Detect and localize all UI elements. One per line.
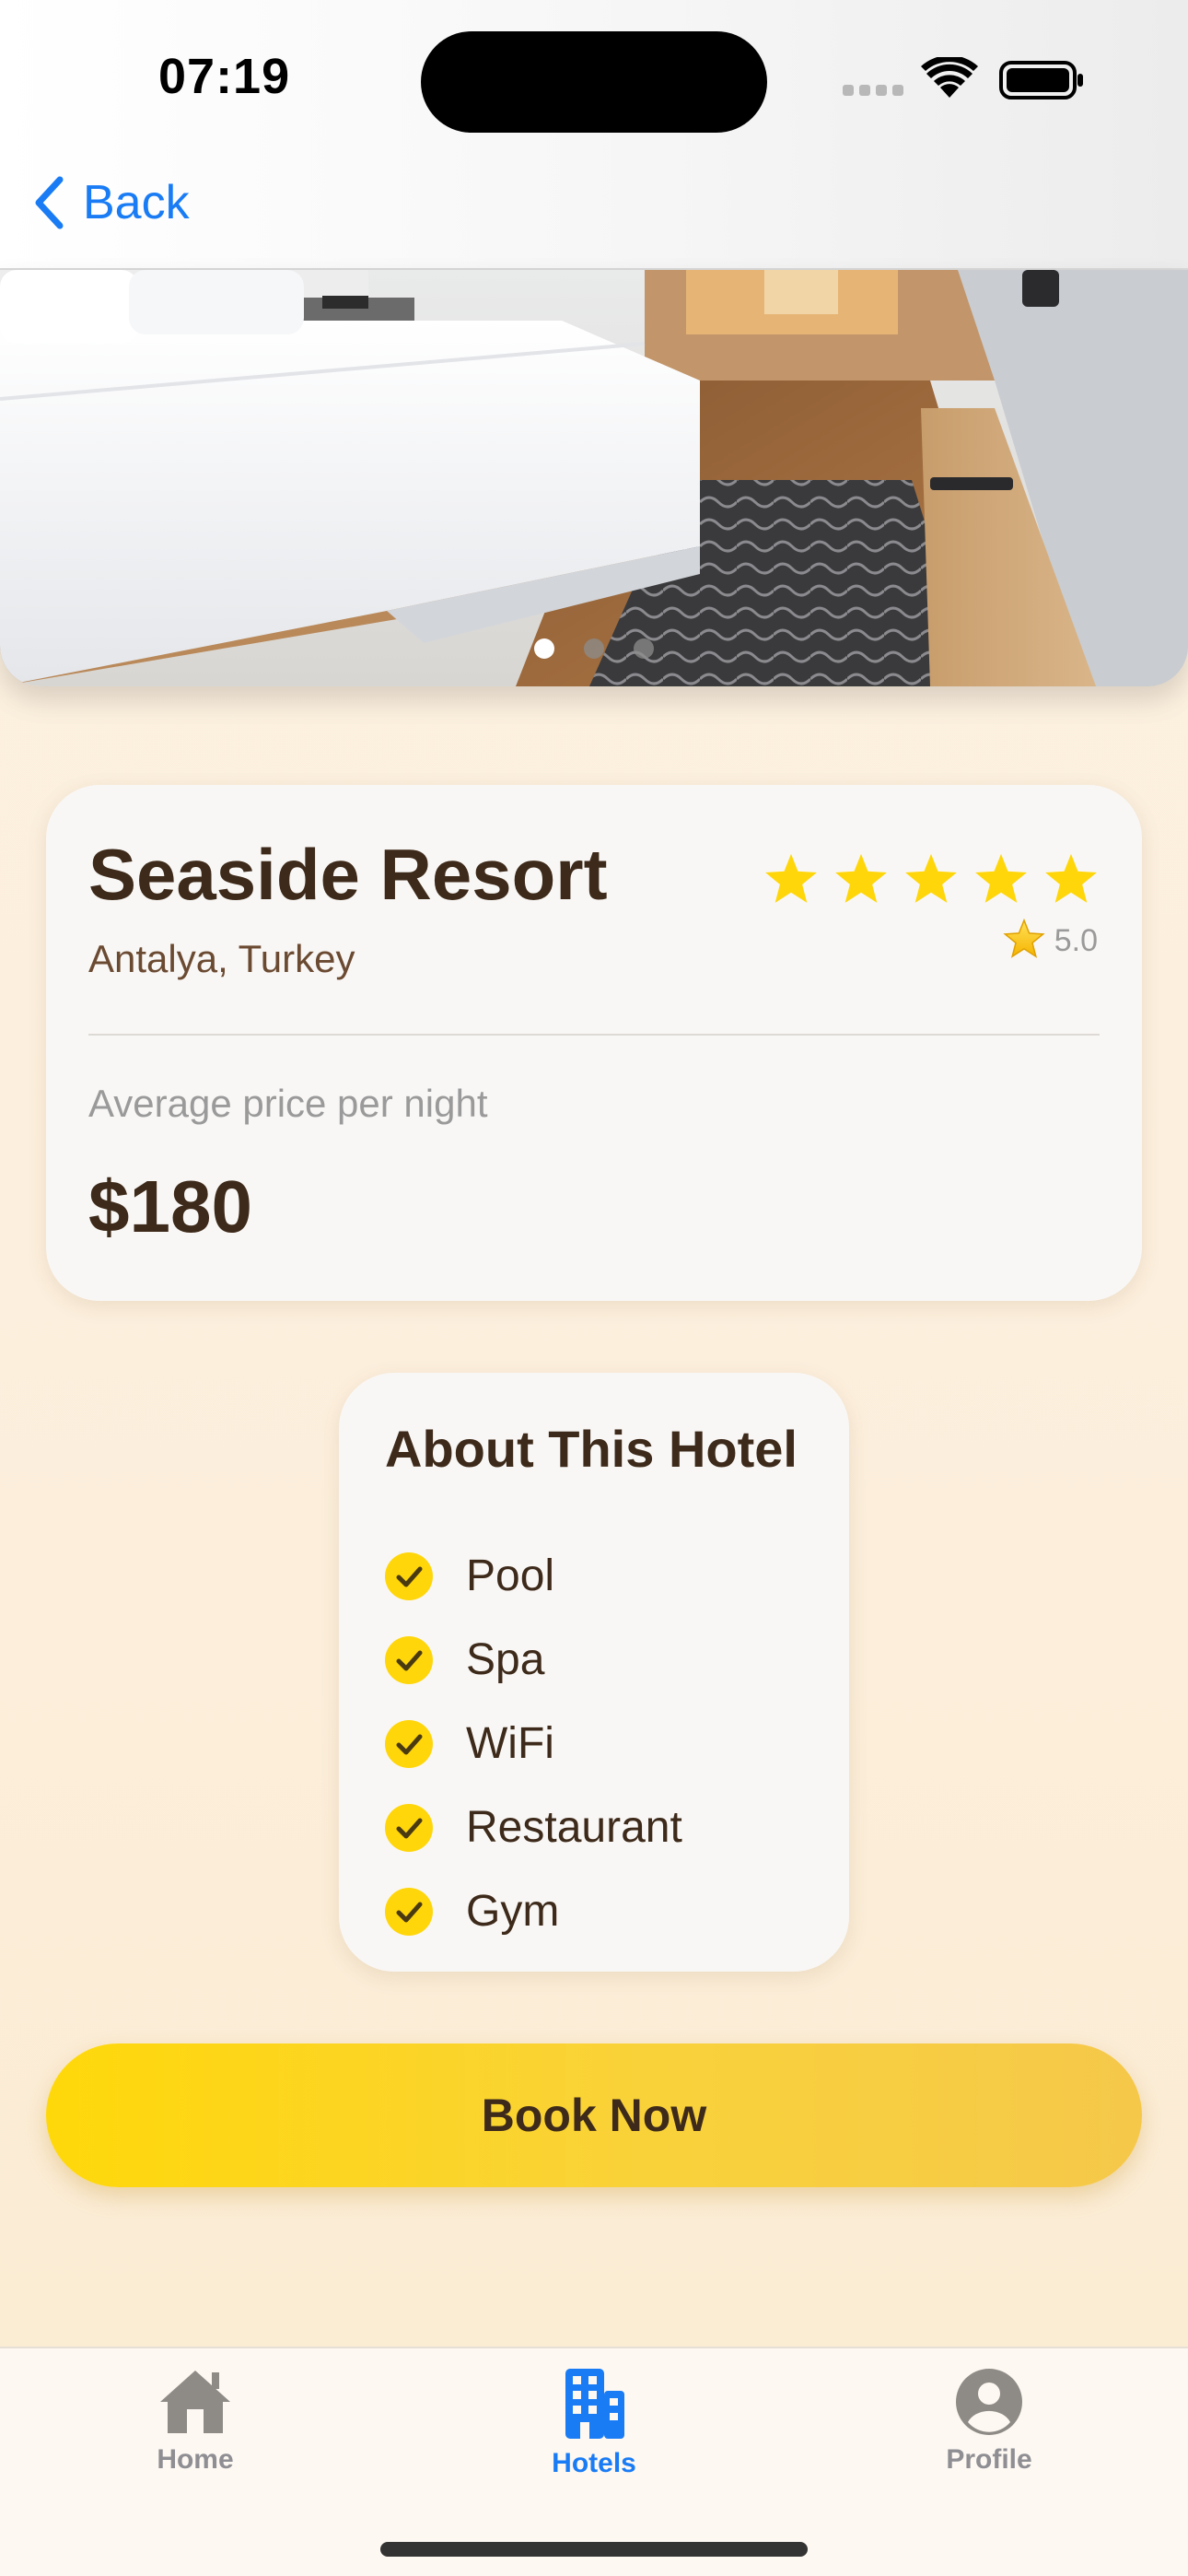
- amenity-item: Gym: [385, 1869, 682, 1953]
- chevron-left-icon: [33, 176, 64, 229]
- checkmark-circle-icon: [385, 1719, 466, 1768]
- hotel-location: Antalya, Turkey: [88, 937, 355, 980]
- house-icon: [157, 2367, 234, 2437]
- hotel-name: Seaside Resort: [88, 834, 608, 915]
- price-per-night: $180: [88, 1165, 252, 1247]
- home-indicator: [380, 2542, 808, 2557]
- wifi-icon: [921, 54, 978, 104]
- amenity-label: Spa: [466, 1635, 545, 1684]
- dynamic-island: [421, 31, 767, 133]
- amenity-item: Pool: [385, 1534, 682, 1618]
- star-emoji-icon: [1003, 918, 1045, 964]
- tab-label: Hotels: [552, 2448, 636, 2478]
- tab-label: Home: [157, 2444, 234, 2475]
- back-label: Back: [83, 176, 190, 229]
- tab-hotels[interactable]: Hotels: [502, 2367, 686, 2479]
- checkmark-circle-icon: [385, 1635, 466, 1684]
- about-title: About This Hotel: [385, 1420, 798, 1478]
- card-divider: [88, 1034, 1100, 1036]
- carousel-page-indicator[interactable]: [0, 638, 1188, 659]
- checkmark-circle-icon: [385, 1803, 466, 1852]
- star-icon: [763, 851, 820, 907]
- star-icon: [1042, 851, 1100, 907]
- book-now-button[interactable]: Book Now: [46, 2043, 1142, 2187]
- tab-label: Profile: [946, 2444, 1032, 2475]
- rating-value: 5.0: [1054, 923, 1098, 958]
- rating-summary: 5.0: [1003, 918, 1098, 964]
- star-rating: [763, 851, 1100, 907]
- star-icon: [833, 851, 890, 907]
- building-icon: [562, 2367, 626, 2441]
- amenity-label: WiFi: [466, 1719, 554, 1768]
- about-hotel-card: About This Hotel Pool Spa WiFi Restauran…: [339, 1373, 849, 1972]
- navigation-bar: 07:19 Back: [0, 0, 1188, 270]
- hotel-photo-carousel[interactable]: [0, 270, 1188, 686]
- hotel-room-photo: [0, 270, 1188, 686]
- price-label: Average price per night: [88, 1082, 488, 1125]
- star-icon: [903, 851, 960, 907]
- amenity-label: Pool: [466, 1551, 555, 1600]
- carousel-dot-1[interactable]: [534, 638, 554, 659]
- amenity-label: Restaurant: [466, 1803, 682, 1852]
- cellular-signal-icon: [843, 85, 903, 96]
- carousel-dot-3[interactable]: [634, 638, 654, 659]
- tab-profile[interactable]: Profile: [897, 2367, 1081, 2476]
- status-time: 07:19: [158, 49, 291, 104]
- amenity-item: WiFi: [385, 1702, 682, 1786]
- amenity-item: Spa: [385, 1618, 682, 1702]
- carousel-dot-2[interactable]: [584, 638, 604, 659]
- amenities-list: Pool Spa WiFi Restaurant Gym: [385, 1534, 682, 1953]
- battery-icon: [999, 61, 1084, 104]
- status-bar: 07:19: [0, 0, 1188, 157]
- amenity-label: Gym: [466, 1887, 560, 1936]
- tab-home[interactable]: Home: [103, 2367, 287, 2476]
- back-button[interactable]: Back: [33, 175, 190, 230]
- checkmark-circle-icon: [385, 1887, 466, 1936]
- hotel-info-card: Seaside Resort Antalya, Turkey 5.0 Avera…: [46, 785, 1142, 1301]
- checkmark-circle-icon: [385, 1551, 466, 1600]
- person-circle-icon: [954, 2367, 1024, 2437]
- star-icon: [973, 851, 1030, 907]
- amenity-item: Restaurant: [385, 1786, 682, 1869]
